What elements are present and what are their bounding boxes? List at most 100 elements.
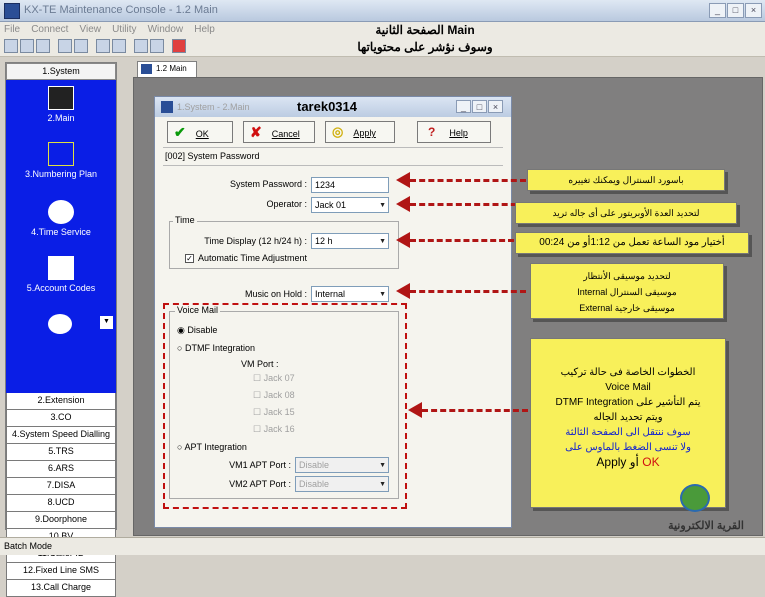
dialog-maximize-button[interactable]: □ [472, 100, 487, 113]
vm1-label: VM1 APT Port : [229, 460, 291, 470]
operator-select[interactable]: Jack 01 [311, 197, 389, 213]
time-display-label: Time Display (12 h/24 h) : [204, 236, 307, 246]
check-icon: ✔ [174, 124, 186, 140]
system-password-label: System Password : [229, 179, 307, 189]
dialog-title: 1.System - 2.Main [177, 102, 250, 112]
sidebar-item-time-service[interactable]: 4.Time Service [6, 200, 116, 237]
menu-utility[interactable]: Utility [112, 24, 136, 35]
toolbar: الصفحة الثانية Main وسوف نؤشر على محتويا… [0, 23, 765, 57]
account-codes-icon [48, 256, 74, 280]
open-icon[interactable] [20, 39, 34, 53]
scroll-down-icon[interactable]: ▼ [100, 316, 113, 329]
sidebar-list-item[interactable]: 5.TRS [6, 444, 116, 461]
time-group-title: Time [173, 215, 197, 225]
operator-label: Operator : [266, 199, 307, 209]
x-icon: ✘ [250, 124, 262, 140]
apt-radio[interactable]: ○ APT Integration [177, 442, 247, 452]
download-icon[interactable] [74, 39, 88, 53]
arrow-music [410, 290, 526, 293]
sidebar-list-item[interactable]: 2.Extension [6, 393, 116, 410]
jack-15-checkbox[interactable]: ☐ Jack 15 [253, 407, 295, 418]
logo-text: القرية الالكترونية [668, 520, 744, 532]
sidebar-list-item[interactable]: 6.ARS [6, 461, 116, 478]
main-dialog: 1.System - 2.Main tarek0314 _ □ × ✔ OK ✘ C… [154, 96, 512, 528]
apt-label: APT Integration [184, 442, 247, 452]
upload-icon[interactable] [58, 39, 72, 53]
sidebar-list-item[interactable]: 3.CO [6, 410, 116, 427]
numbering-icon [48, 142, 74, 166]
vm1-port-select[interactable]: Disable [295, 457, 389, 473]
vm-port-label: VM Port : [241, 359, 279, 369]
sidebar-header-system[interactable]: 1.System [6, 63, 116, 80]
clock-icon [48, 200, 74, 224]
title-bar: KX-TE Maintenance Console - 1.2 Main _ □… [0, 0, 765, 22]
time-display-select[interactable]: 12 h [311, 233, 389, 249]
jack-08-checkbox[interactable]: ☐ Jack 08 [253, 390, 295, 401]
help-button[interactable]: ? Help [417, 121, 491, 143]
note-line-blue: ولا تنسى الضغط بالماوس على [565, 442, 691, 453]
apply-button[interactable]: ◎ Apply [325, 121, 395, 143]
arrow-head [408, 402, 422, 418]
maximize-button[interactable]: □ [727, 3, 744, 18]
disable-radio[interactable]: ◉ Disable [177, 325, 217, 336]
sidebar-item-account-codes[interactable]: 5.Account Codes [6, 256, 116, 293]
jack-label: Jack 08 [263, 390, 295, 400]
help-icon[interactable] [172, 39, 186, 53]
minimize-button[interactable]: _ [709, 3, 726, 18]
connect-icon[interactable] [4, 39, 18, 53]
vm2-label: VM2 APT Port : [229, 479, 291, 489]
arrow-time [410, 239, 514, 242]
system-password-input[interactable]: 1234 [311, 177, 389, 193]
close-button[interactable]: × [745, 3, 762, 18]
auto-time-label: Automatic Time Adjustment [198, 253, 308, 263]
jack-16-checkbox[interactable]: ☐ Jack 16 [253, 424, 295, 435]
sidebar-list-item[interactable]: 9.Doorphone [6, 512, 116, 529]
dialog-minimize-button[interactable]: _ [456, 100, 471, 113]
note-line: موسيقى السنترال Internal [577, 287, 677, 297]
menu-window[interactable]: Window [148, 24, 184, 35]
note-or-word: أو [629, 455, 639, 469]
arrow-voicemail [422, 409, 528, 412]
dtmf-radio[interactable]: ○ DTMF Integration [177, 343, 255, 353]
print-icon[interactable] [150, 39, 164, 53]
divider [163, 147, 503, 148]
sidebar-item-label: 4.Time Service [31, 227, 91, 237]
note-time: أختيار مود الساعة تعمل من 1:12أو من 00:2… [515, 232, 749, 254]
overlay-subtitle: وسوف نؤشر على محتوياتها [357, 40, 493, 54]
overlay-title: الصفحة الثانية Main [375, 23, 475, 37]
menu-view[interactable]: View [80, 24, 102, 35]
tab-icon [141, 64, 152, 74]
status-bar: Batch Mode [0, 537, 765, 555]
sidebar-list-item[interactable]: 4.System Speed Dialling [6, 427, 116, 444]
menu-connect[interactable]: Connect [31, 24, 68, 35]
menu-file[interactable]: File [4, 24, 20, 35]
sidebar-item-main[interactable]: 2.Main [6, 86, 116, 123]
tab-main[interactable]: 1.2 Main [137, 61, 197, 77]
divider [163, 165, 503, 166]
main-icon [48, 86, 74, 110]
jack-07-checkbox[interactable]: ☐ Jack 07 [253, 373, 295, 384]
dialog-close-button[interactable]: × [488, 100, 503, 113]
sidebar-list-item[interactable]: 13.Call Charge [6, 580, 116, 597]
screen-icon[interactable] [134, 39, 148, 53]
sidebar-item-numbering-plan[interactable]: 3.Numbering Plan [6, 142, 116, 179]
dialog-icon [161, 101, 173, 113]
music-on-hold-select[interactable]: Internal [311, 286, 389, 302]
sidebar-item-label: 5.Account Codes [26, 283, 96, 293]
arrow-head [396, 196, 410, 212]
sidebar-list-item[interactable]: 7.DISA [6, 478, 116, 495]
clock-icon[interactable] [36, 39, 50, 53]
menu-help[interactable]: Help [194, 24, 215, 35]
compare-icon[interactable] [112, 39, 126, 53]
note-apply-word: Apply [596, 455, 627, 469]
note-voicemail: الخطوات الخاصة فى حالة تركيب Voice Mail … [530, 338, 726, 508]
sidebar-list-item[interactable]: 8.UCD [6, 495, 116, 512]
sidebar-list-item[interactable]: 12.Fixed Line SMS [6, 563, 116, 580]
vm2-port-select[interactable]: Disable [295, 476, 389, 492]
radio-icon: ○ [177, 343, 183, 353]
auto-time-checkbox[interactable]: ✓ [185, 254, 194, 263]
copy-icon[interactable] [96, 39, 110, 53]
note-line: الخطوات الخاصة فى حالة تركيب [560, 367, 696, 378]
ok-button[interactable]: ✔ OK [167, 121, 233, 143]
cancel-button[interactable]: ✘ Cancel [243, 121, 315, 143]
